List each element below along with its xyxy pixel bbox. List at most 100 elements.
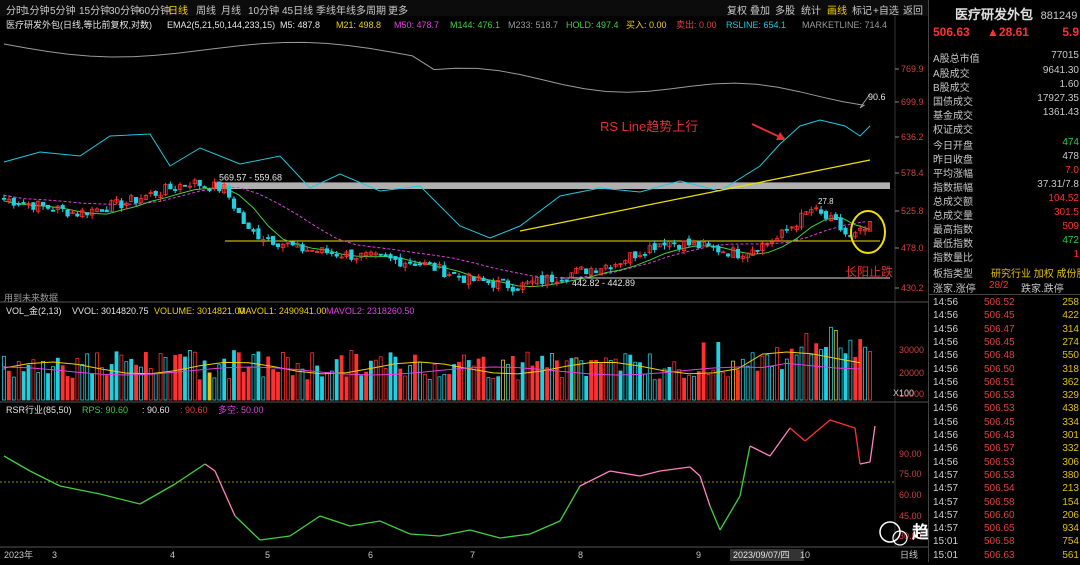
quote-field-value: 474 (1062, 137, 1079, 148)
tick-time: 14:56 (933, 350, 959, 362)
period-tab[interactable]: 月线 (221, 2, 241, 17)
tick-row[interactable]: 14:56 506.53 438 (929, 403, 1080, 416)
candle-body (559, 279, 564, 282)
chart-area[interactable]: 医疗研发外包(日线,等比前复权,对数) EMA2(5,21,50,144,233,… (0, 16, 997, 562)
quote-field-row: 国债成交 17927.35 (929, 93, 1080, 108)
stock-code: 881249 (1040, 10, 1078, 22)
tick-price: 506.60 (984, 509, 1015, 521)
period-tab[interactable]: 更多 (388, 2, 408, 17)
tick-time: 14:56 (933, 336, 959, 348)
period-tab[interactable]: 多周期 (356, 2, 386, 17)
tick-row[interactable]: 14:56 506.45 422 (929, 310, 1080, 323)
tick-price: 506.51 (984, 376, 1015, 388)
volume-bar (222, 358, 227, 401)
toolbar-button[interactable]: 统计 (801, 2, 821, 17)
toolbar-button[interactable]: 多股 (775, 2, 795, 17)
quote-field-row: 指数量比 1 (929, 249, 1080, 264)
candle-body (207, 188, 212, 192)
tick-volume: 550 (1062, 350, 1079, 362)
volume-bar (271, 369, 276, 401)
period-tab[interactable]: 60分钟 (139, 2, 170, 17)
tick-volume: 206 (1062, 509, 1079, 521)
tick-row[interactable]: 14:56 506.57 332 (929, 443, 1080, 456)
quote-field-value: 478 (1062, 151, 1079, 162)
period-tab[interactable]: 周线 (196, 2, 216, 17)
tick-row[interactable]: 14:56 506.45 334 (929, 417, 1080, 430)
quote-field-row: 总成交量 301.5 (929, 207, 1080, 222)
volume-bar (256, 351, 261, 401)
tick-row[interactable]: 14:56 506.52 258 (929, 297, 1080, 310)
tick-time: 14:56 (933, 323, 959, 335)
tick-row[interactable]: 14:57 506.58 154 (929, 497, 1080, 510)
tick-row[interactable]: 14:56 506.47 314 (929, 324, 1080, 337)
period-tab[interactable]: 年线 (336, 2, 356, 17)
volume-bar (858, 339, 863, 401)
tick-row[interactable]: 15:01 506.63 561 (929, 550, 1080, 563)
tick-row[interactable]: 14:56 506.53 329 (929, 390, 1080, 403)
toolbar-button[interactable]: +自选 (873, 2, 899, 17)
tick-row[interactable]: 14:57 506.65 934 (929, 523, 1080, 536)
candle-body (21, 202, 26, 204)
tick-volume: 213 (1062, 483, 1079, 495)
volume-bar (466, 360, 471, 401)
quote-field-value: 17927.35 (1037, 93, 1079, 104)
tick-row[interactable]: 14:56 506.51 362 (929, 377, 1080, 390)
tick-row[interactable]: 14:57 506.53 380 (929, 470, 1080, 483)
tick-row[interactable]: 14:56 506.53 306 (929, 457, 1080, 470)
candle-body (275, 243, 281, 248)
candle-body (41, 201, 46, 206)
candle-body (383, 254, 388, 257)
volume-bar (70, 377, 75, 401)
vol-indicator-value: VVOL: 3014820.75 (72, 306, 149, 316)
tick-row[interactable]: 14:56 506.50 318 (929, 364, 1080, 377)
candle-body (515, 288, 520, 291)
candle-body (1, 197, 7, 200)
volume-bar (589, 360, 593, 401)
quote-field-row: 权证成交 (929, 121, 1080, 136)
toolbar-button[interactable]: 复权 (727, 2, 747, 17)
quote-field-label: 总成交额 (933, 197, 973, 208)
period-tab[interactable]: 10分钟 (248, 2, 279, 17)
period-tab[interactable]: 1分钟 (24, 2, 50, 17)
main-indicator-value: 买入: 0.00 (626, 20, 667, 30)
tick-row[interactable]: 14:57 506.60 206 (929, 510, 1080, 523)
candle-body (486, 280, 491, 284)
toolbar-button[interactable]: 返回 (903, 2, 923, 17)
candle-body (662, 242, 667, 246)
tick-row[interactable]: 14:57 506.54 213 (929, 483, 1080, 496)
tick-price: 506.53 (984, 403, 1015, 415)
volume-bar (584, 375, 589, 401)
period-tab[interactable]: 分时 (6, 2, 26, 17)
volume-bar (364, 371, 369, 401)
support-label: 442.82 - 442.89 (572, 278, 635, 288)
period-tab[interactable]: 30分钟 (109, 2, 140, 17)
candle-body (823, 211, 829, 219)
candle-body (104, 209, 109, 213)
tick-volume: 934 (1062, 523, 1079, 535)
tick-row[interactable]: 15:01 506.58 754 (929, 536, 1080, 549)
candle-body (471, 276, 476, 282)
period-tab[interactable]: 5分钟 (50, 2, 76, 17)
toolbar-button[interactable]: 叠加 (750, 2, 770, 17)
period-tab[interactable]: 15分钟 (79, 2, 110, 17)
tick-row[interactable]: 14:56 506.45 274 (929, 337, 1080, 350)
tick-row[interactable]: 14:56 506.48 550 (929, 350, 1080, 363)
volume-bar (510, 355, 515, 401)
volume-bar (241, 371, 246, 401)
quote-field-row: 今日开盘 474 (929, 137, 1080, 152)
tick-time: 14:56 (933, 443, 959, 455)
volume-bar (814, 343, 819, 401)
toolbar-button[interactable]: 标记 (852, 2, 872, 17)
tick-row[interactable]: 14:56 506.43 301 (929, 430, 1080, 443)
volume-bar (104, 375, 109, 401)
volume-bar (780, 369, 784, 401)
volume-bar (368, 360, 373, 401)
period-tab[interactable]: 季线 (316, 2, 336, 17)
period-tab[interactable]: 45日线 (282, 2, 313, 17)
candle-body (500, 278, 506, 281)
candle-body (549, 274, 555, 283)
candle-body (60, 205, 65, 209)
period-tab[interactable]: 日线 (168, 2, 188, 17)
toolbar-button[interactable]: 画线 (827, 2, 847, 17)
kline-chart-svg[interactable]: 医疗研发外包(日线,等比前复权,对数) EMA2(5,21,50,144,233,… (0, 16, 997, 562)
